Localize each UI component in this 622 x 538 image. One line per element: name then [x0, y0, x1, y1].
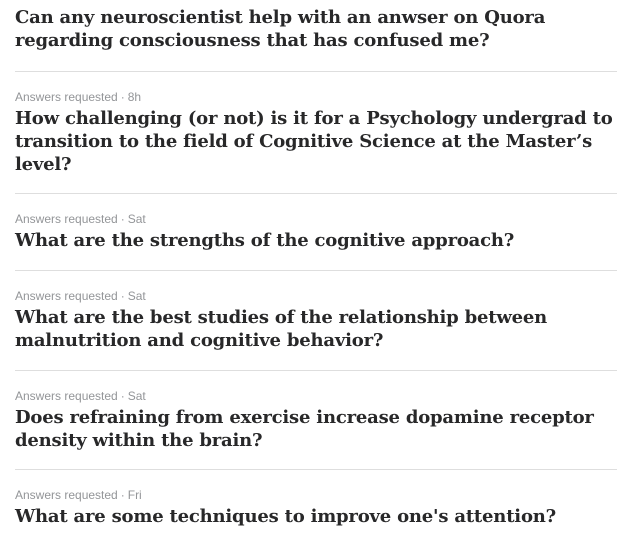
question-item: Can any neuroscientist help with an anws… [15, 0, 617, 71]
meta-separator: · [120, 90, 125, 104]
question-meta: Answers requested · Fri [15, 488, 617, 503]
answers-requested-label: Answers requested [15, 212, 118, 226]
question-meta: Answers requested · 8h [15, 90, 617, 105]
question-item: Answers requested · Fri What are some tech… [15, 469, 617, 538]
question-meta: Answers requested · Sat [15, 212, 617, 227]
question-timestamp: Fri [127, 488, 142, 502]
question-item: Answers requested · Sat What are the best … [15, 270, 617, 370]
question-title[interactable]: What are the strengths of the cognitive … [15, 229, 617, 252]
question-item: Answers requested · Sat Does refraining fr… [15, 370, 617, 469]
answers-requested-label: Answers requested [15, 90, 118, 104]
question-item: Answers requested · 8h How challenging (or… [15, 71, 617, 193]
question-title[interactable]: What are the best studies of the relatio… [15, 306, 617, 352]
question-timestamp: 8h [127, 90, 142, 104]
meta-separator: · [120, 212, 125, 226]
answers-requested-label: Answers requested [15, 389, 118, 403]
question-title[interactable]: What are some techniques to improve one'… [15, 505, 617, 528]
meta-separator: · [120, 389, 125, 403]
question-feed: Can any neuroscientist help with an anws… [15, 0, 617, 538]
question-timestamp: Sat [127, 389, 146, 403]
question-title[interactable]: Can any neuroscientist help with an anws… [15, 6, 617, 52]
answers-requested-label: Answers requested [15, 289, 118, 303]
question-meta: Answers requested · Sat [15, 389, 617, 404]
answers-requested-label: Answers requested [15, 488, 118, 502]
meta-separator: · [120, 488, 125, 502]
question-timestamp: Sat [127, 212, 146, 226]
question-title[interactable]: How challenging (or not) is it for a Psy… [15, 107, 617, 176]
meta-separator: · [120, 289, 125, 303]
question-timestamp: Sat [127, 289, 146, 303]
question-meta: Answers requested · Sat [15, 289, 617, 304]
question-title[interactable]: Does refraining from exercise increase d… [15, 406, 617, 452]
question-item: Answers requested · Sat What are the stren… [15, 193, 617, 270]
